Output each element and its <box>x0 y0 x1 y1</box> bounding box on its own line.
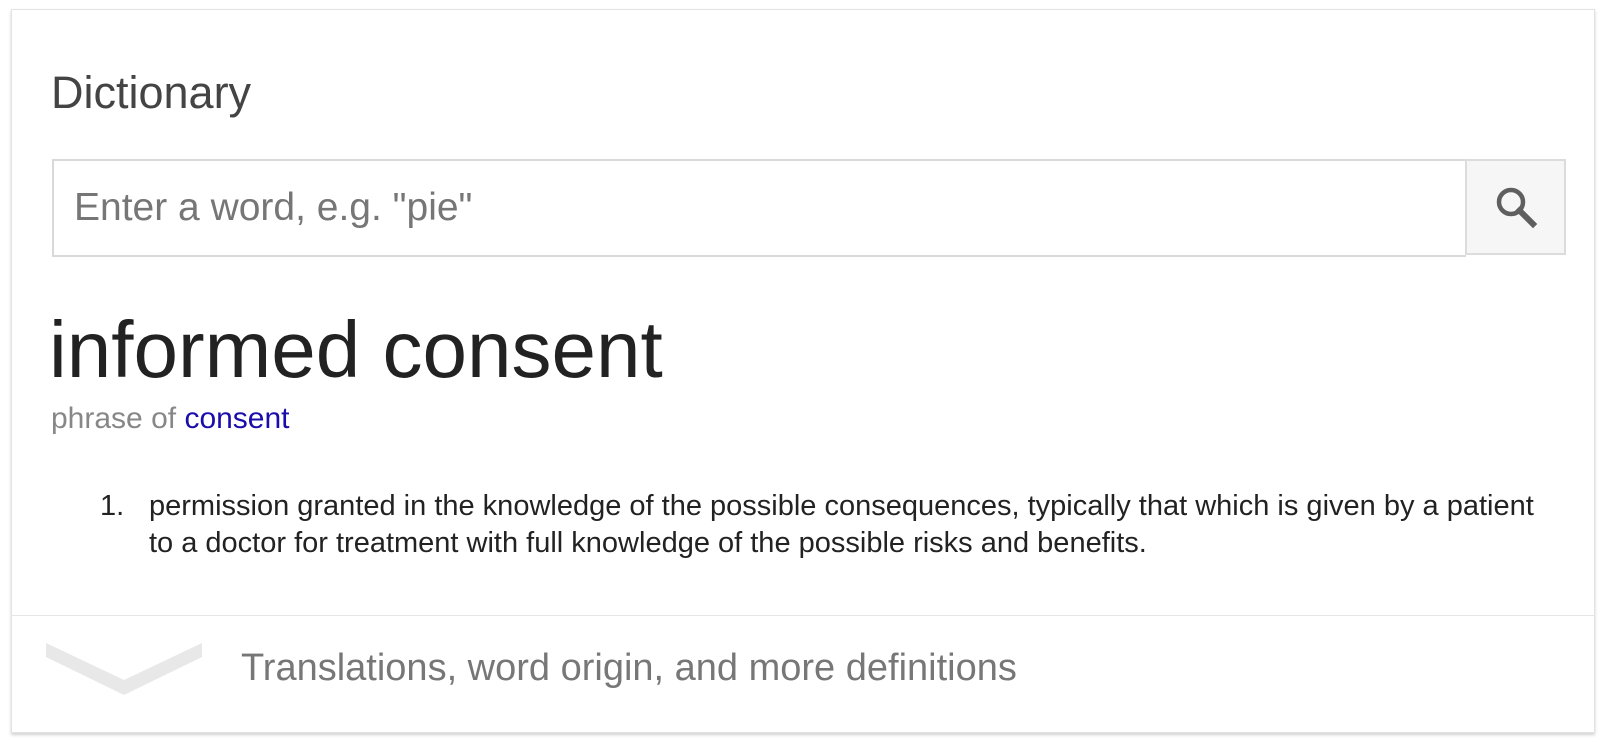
chevron-down-icon <box>46 640 206 696</box>
search-bar <box>52 159 1566 257</box>
definition-item: 1. permission granted in the knowledge o… <box>100 488 1560 562</box>
more-definitions-toggle[interactable]: Translations, word origin, and more defi… <box>12 616 1594 733</box>
search-button[interactable] <box>1465 159 1566 255</box>
dictionary-card: Dictionary informed consent phrase of co… <box>11 9 1595 733</box>
section-title: Dictionary <box>51 67 252 118</box>
definition-number: 1. <box>100 490 125 522</box>
definition-list: 1. permission granted in the knowledge o… <box>100 488 1560 562</box>
search-icon <box>1492 183 1540 231</box>
headword: informed consent <box>49 305 663 394</box>
consent-link[interactable]: consent <box>184 402 289 435</box>
definition-text: permission granted in the knowledge of t… <box>149 490 1534 559</box>
more-definitions-label: Translations, word origin, and more defi… <box>241 647 1017 689</box>
phrase-of-line: phrase of consent <box>51 404 290 434</box>
phrase-prefix: phrase of <box>51 402 177 435</box>
search-input[interactable] <box>52 159 1466 257</box>
